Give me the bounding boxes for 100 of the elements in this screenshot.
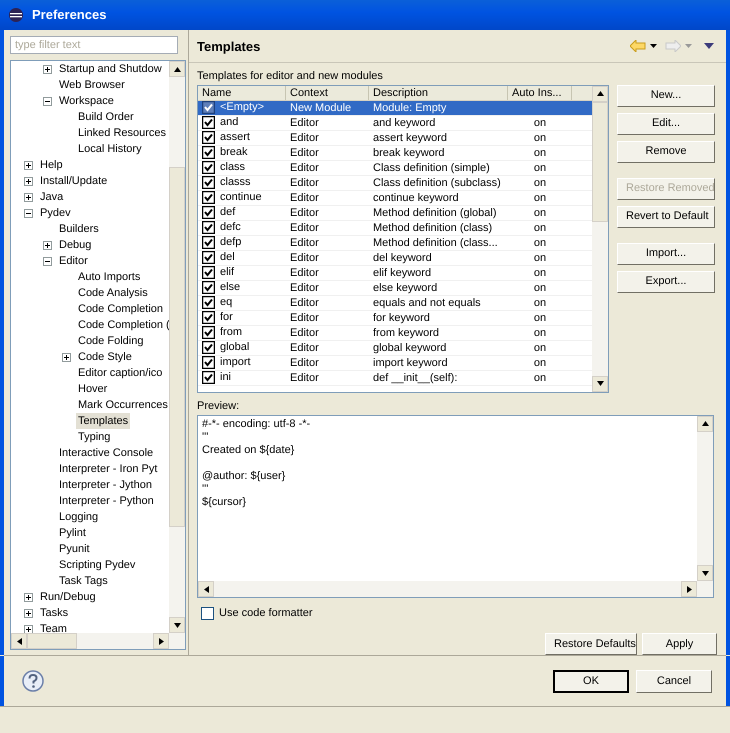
tree-item[interactable]: Templates [76,413,130,429]
collapse-icon[interactable] [43,256,52,266]
table-row[interactable]: and Editor and keyword on [198,116,592,131]
tree-item[interactable]: Help [38,157,65,173]
preview-area[interactable]: #-*- encoding: utf-8 -*- ''' Created on ${date} @author: ${user} ''' ${cursor} [197,414,714,598]
side-button[interactable]: New... [617,84,715,107]
side-button[interactable]: Import... [617,242,715,265]
checkbox[interactable] [201,606,214,620]
scrollbar-thumb[interactable] [27,633,77,649]
scrollbar[interactable] [169,61,185,633]
table-row[interactable]: import Editor import keyword on [198,356,592,371]
checkbox[interactable] [202,161,215,174]
tree-item[interactable]: Logging [57,509,100,525]
table-row[interactable]: ini Editor def __init__(self): on [198,370,592,386]
tree-item[interactable]: Code Folding [76,333,146,349]
scroll-right-button[interactable] [681,581,697,597]
scroll-up-button[interactable] [592,86,608,102]
tree-item[interactable]: Local History [76,141,144,157]
expand-icon[interactable] [24,624,33,633]
table-row[interactable]: def Editor Method definition (global) on [198,206,592,221]
tree-item[interactable]: Auto Imports [76,269,142,285]
tree-item[interactable]: Interpreter - Python [57,493,156,509]
scroll-up-button[interactable] [697,416,713,432]
tree-item[interactable]: Pydev [38,205,73,221]
scroll-down-button[interactable] [169,617,185,633]
checkbox[interactable] [202,191,215,204]
checkbox[interactable] [202,101,215,114]
table-row[interactable]: elif Editor elif keyword on [198,266,592,281]
page-button[interactable]: Restore Defaults [545,633,637,655]
checkbox[interactable] [202,296,215,310]
expand-icon[interactable] [24,176,33,186]
expand-icon[interactable] [43,64,52,74]
tree-item[interactable]: Code Analysis [76,285,150,301]
checkbox[interactable] [202,266,215,280]
scroll-left-button[interactable] [198,581,214,597]
table-row[interactable]: defp Editor Method definition (class... on [198,236,592,251]
side-button[interactable]: Revert to Default [617,206,715,228]
tree-item[interactable]: Web Browser [57,77,127,93]
checkbox[interactable] [202,251,215,264]
filter-field[interactable]: type filter text [10,36,178,54]
tree-item[interactable]: Java [38,189,66,205]
tree-item[interactable]: Workspace [57,93,116,109]
tree-item[interactable]: Linked Resources [76,125,168,141]
side-button[interactable]: Export... [617,270,715,293]
help-icon[interactable] [22,670,44,692]
tree-item[interactable]: Interactive Console [57,445,156,461]
dialog-button[interactable]: OK [553,670,629,692]
table-row[interactable]: global Editor global keyword on [198,340,592,356]
tree-item[interactable]: Install/Update [38,173,110,189]
tree-item[interactable]: Interpreter - Jython [57,477,154,493]
table-row[interactable]: defc Editor Method definition (class) on [198,220,592,236]
collapse-icon[interactable] [24,208,33,218]
expand-icon[interactable] [24,592,33,602]
expand-icon[interactable] [24,608,33,618]
checkbox[interactable] [202,131,215,144]
table-row[interactable]: for Editor for keyword on [198,310,592,326]
scroll-down-button[interactable] [592,376,608,392]
tree-item[interactable]: Build Order [76,109,136,125]
side-button[interactable]: Edit... [617,112,715,135]
column-header[interactable]: Name [198,86,286,100]
tree-item[interactable]: Interpreter - Iron Pyt [57,461,160,477]
checkbox[interactable] [202,371,215,384]
menu-icon[interactable] [704,43,714,50]
scroll-down-button[interactable] [697,565,713,581]
tree-item[interactable]: Mark Occurrences [76,397,169,413]
table-row[interactable]: classs Editor Class definition (subclass) on [198,176,592,191]
tree-item[interactable]: Code Completion [76,301,165,317]
checkbox[interactable] [202,176,215,190]
table-row[interactable]: <Empty> New Module Module: Empty [198,100,592,116]
table-row[interactable]: del Editor del keyword on [198,250,592,266]
caret-icon[interactable] [650,44,657,48]
checkbox[interactable] [202,116,215,130]
collapse-icon[interactable] [43,96,52,106]
checkbox[interactable] [202,221,215,234]
tree-item[interactable]: Scripting Pydev [57,557,138,573]
scroll-up-button[interactable] [169,61,185,77]
expand-icon[interactable] [43,240,52,250]
table-row[interactable]: eq Editor equals and not equals on [198,296,592,311]
tree-item[interactable]: Pyunit [57,541,92,557]
checkbox[interactable] [202,341,215,354]
table-row[interactable]: else Editor else keyword on [198,280,592,296]
side-button[interactable]: Remove [617,140,715,163]
tree-item[interactable]: Hover [76,381,110,397]
column-header[interactable]: Auto Ins... [508,86,572,100]
checkbox[interactable] [202,326,215,340]
tree-item[interactable]: Pylint [57,525,88,541]
scroll-right-button[interactable] [153,633,169,649]
checkbox[interactable] [202,236,215,250]
tree-item[interactable]: Tasks [38,605,70,621]
horizontal-scrollbar[interactable] [11,633,185,649]
table-row[interactable]: class Editor Class definition (simple) on [198,160,592,176]
table-row[interactable]: assert Editor assert keyword on [198,130,592,146]
scrollbar-thumb[interactable] [169,167,185,527]
scroll-left-button[interactable] [11,633,27,649]
table-row[interactable]: from Editor from keyword on [198,326,592,341]
page-button[interactable]: Apply [642,633,717,655]
scrollbar[interactable] [592,86,608,392]
checkbox[interactable] [202,356,215,370]
table-row[interactable]: break Editor break keyword on [198,146,592,161]
tree-item[interactable]: Typing [76,429,112,445]
